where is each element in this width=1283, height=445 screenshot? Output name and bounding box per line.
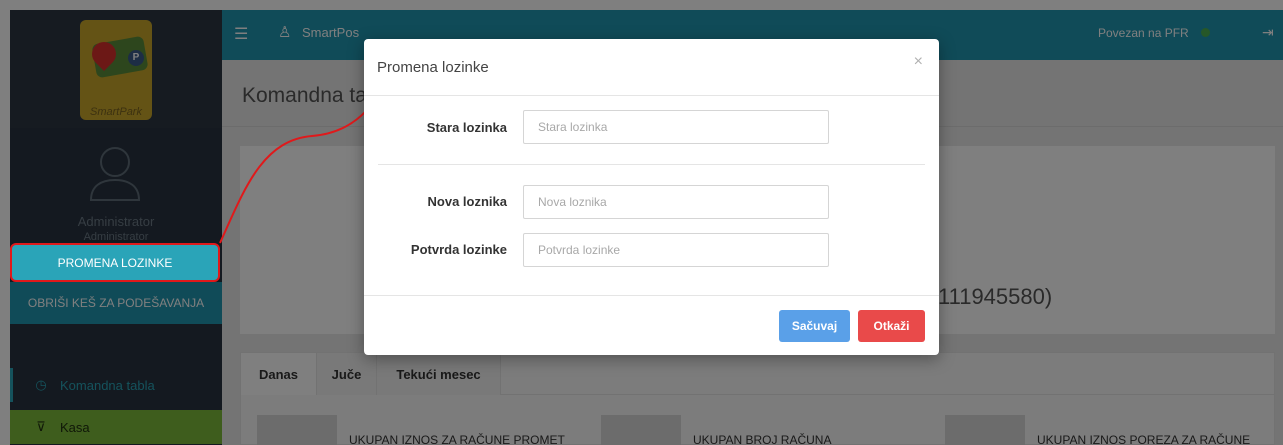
dialog-footer-divider [364,295,939,296]
new-password-input[interactable] [523,185,829,219]
new-password-label: Nova loznika [427,194,507,209]
confirm-password-label: Potvrda lozinke [410,242,507,257]
change-password-button[interactable]: PROMENA LOZINKE [10,243,220,282]
dialog-title: Promena lozinke [377,59,489,76]
save-button[interactable]: Sačuvaj [779,310,850,342]
old-password-label: Stara lozinka [426,120,507,135]
close-icon[interactable]: × [914,53,923,71]
old-password-input[interactable] [523,110,829,144]
field-divider [378,164,925,165]
dialog-header-divider [364,95,939,96]
change-password-dialog: Promena lozinke × Stara lozinka Nova loz… [364,39,939,355]
confirm-password-input[interactable] [523,233,829,267]
cancel-button[interactable]: Otkaži [858,310,925,342]
